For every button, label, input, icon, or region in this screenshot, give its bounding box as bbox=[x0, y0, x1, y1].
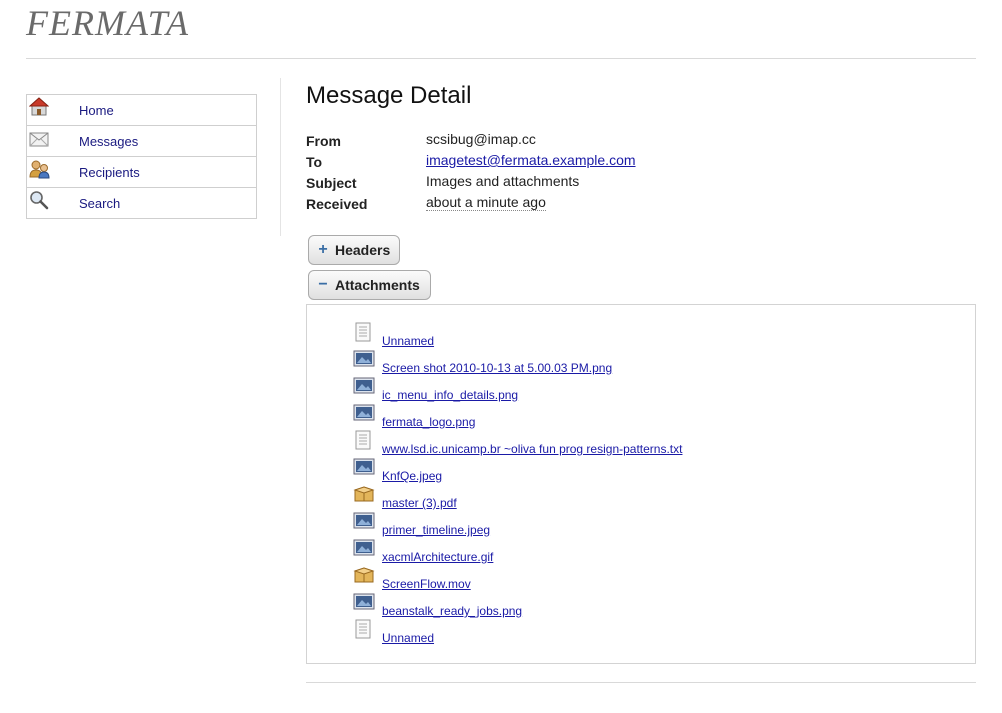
attachment-item: Screen shot 2010-10-13 at 5.00.03 PM.png bbox=[353, 349, 953, 376]
to-email-link[interactable]: imagetest@fermata.example.com bbox=[426, 152, 636, 168]
header-divider bbox=[26, 58, 976, 59]
attachments-button-label: Attachments bbox=[335, 277, 420, 293]
sidebar-item-label: Messages bbox=[79, 134, 139, 149]
text-file-icon bbox=[353, 619, 373, 639]
image-file-icon bbox=[353, 592, 375, 610]
attachment-item: ScreenFlow.mov bbox=[353, 565, 953, 592]
app-logo[interactable]: FERMATA bbox=[26, 2, 189, 44]
from-value: scsibug@imap.cc bbox=[426, 131, 536, 147]
image-file-icon bbox=[353, 349, 375, 367]
home-icon bbox=[28, 97, 50, 117]
sidebar-item-home[interactable]: Home bbox=[27, 95, 256, 126]
headers-button-label: Headers bbox=[335, 242, 391, 258]
package-file-icon bbox=[353, 484, 375, 502]
attachment-item: primer_timeline.jpeg bbox=[353, 511, 953, 538]
attachment-link[interactable]: fermata_logo.png bbox=[382, 415, 475, 429]
image-file-icon bbox=[353, 376, 375, 394]
to-label: To bbox=[306, 154, 323, 170]
sidebar-item-recipients[interactable]: Recipients bbox=[27, 157, 256, 188]
to-row: To imagetest@fermata.example.com bbox=[306, 151, 806, 172]
attachment-item: fermata_logo.png bbox=[353, 403, 953, 430]
attachments-toggle-button[interactable]: − Attachments bbox=[308, 270, 431, 300]
image-file-icon bbox=[353, 511, 375, 529]
text-file-icon bbox=[353, 322, 373, 342]
page-title: Message Detail bbox=[306, 82, 472, 109]
attachment-link[interactable]: Unnamed bbox=[382, 334, 434, 348]
attachment-item: KnfQe.jpeg bbox=[353, 457, 953, 484]
received-row: Received about a minute ago bbox=[306, 193, 806, 214]
attachment-item: www.lsd.ic.unicamp.br ~oliva fun prog re… bbox=[353, 430, 953, 457]
attachment-link[interactable]: ic_menu_info_details.png bbox=[382, 388, 518, 402]
attachment-item: master (3).pdf bbox=[353, 484, 953, 511]
image-file-icon bbox=[353, 403, 375, 421]
text-file-icon bbox=[353, 430, 373, 450]
attachment-link[interactable]: primer_timeline.jpeg bbox=[382, 523, 490, 537]
attachment-link[interactable]: xacmlArchitecture.gif bbox=[382, 550, 493, 564]
message-headers: From scsibug@imap.cc To imagetest@fermat… bbox=[306, 130, 806, 214]
attachment-item: beanstalk_ready_jobs.png bbox=[353, 592, 953, 619]
footer-divider bbox=[306, 682, 976, 683]
attachment-link[interactable]: ScreenFlow.mov bbox=[382, 577, 471, 591]
from-label: From bbox=[306, 133, 341, 149]
sidebar-item-label: Home bbox=[79, 103, 114, 118]
search-icon bbox=[29, 190, 49, 210]
attachment-link[interactable]: www.lsd.ic.unicamp.br ~oliva fun prog re… bbox=[382, 442, 682, 456]
package-file-icon bbox=[353, 565, 375, 583]
attachment-link[interactable]: KnfQe.jpeg bbox=[382, 469, 442, 483]
image-file-icon bbox=[353, 538, 375, 556]
attachments-panel: Unnamed Screen shot 2010-10-13 at 5.00.03… bbox=[306, 304, 976, 664]
sidebar-item-messages[interactable]: Messages bbox=[27, 126, 256, 157]
subject-row: Subject Images and attachments bbox=[306, 172, 806, 193]
subject-label: Subject bbox=[306, 175, 357, 191]
attachment-item: xacmlArchitecture.gif bbox=[353, 538, 953, 565]
received-label: Received bbox=[306, 196, 368, 212]
from-row: From scsibug@imap.cc bbox=[306, 130, 806, 151]
attachment-link[interactable]: master (3).pdf bbox=[382, 496, 457, 510]
recipients-icon bbox=[29, 159, 50, 179]
sidebar-item-label: Search bbox=[79, 196, 121, 211]
sidebar-item-label: Recipients bbox=[79, 165, 140, 180]
attachment-link[interactable]: Unnamed bbox=[382, 631, 434, 645]
headers-toggle-button[interactable]: + Headers bbox=[308, 235, 400, 265]
attachment-item: Unnamed bbox=[353, 619, 953, 646]
image-file-icon bbox=[353, 457, 375, 475]
messages-icon bbox=[29, 128, 49, 148]
sidebar-divider bbox=[280, 78, 281, 236]
attachment-item: Unnamed bbox=[353, 322, 953, 349]
subject-value: Images and attachments bbox=[426, 173, 580, 189]
sidebar-nav: Home Messages Recipients Search bbox=[26, 94, 257, 219]
minus-icon: − bbox=[318, 276, 328, 293]
sidebar-item-search[interactable]: Search bbox=[27, 188, 256, 218]
attachment-link[interactable]: beanstalk_ready_jobs.png bbox=[382, 604, 522, 618]
plus-icon: + bbox=[318, 241, 328, 258]
received-value: about a minute ago bbox=[426, 194, 546, 211]
attachments-list: Unnamed Screen shot 2010-10-13 at 5.00.03… bbox=[353, 322, 953, 646]
attachment-item: ic_menu_info_details.png bbox=[353, 376, 953, 403]
attachment-link[interactable]: Screen shot 2010-10-13 at 5.00.03 PM.png bbox=[382, 361, 612, 375]
